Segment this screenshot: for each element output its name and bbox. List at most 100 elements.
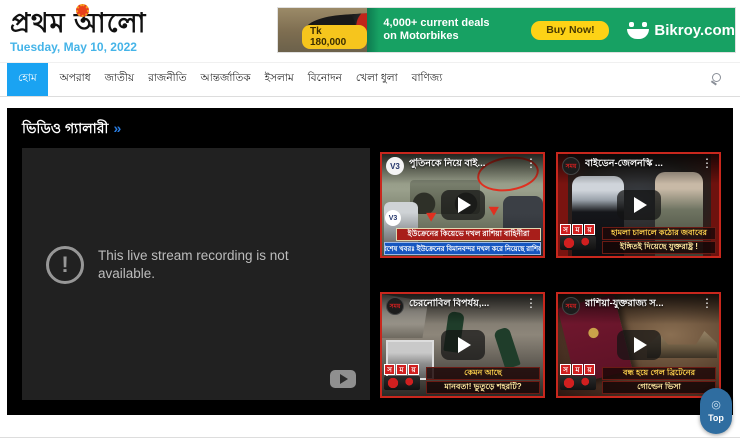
video-caption-1: হামলা চালালে কঠোর জবাবের [602, 227, 716, 240]
ad-motorbike-photo: Tk 180,000 [278, 8, 367, 52]
somoy-letter: স [384, 364, 395, 375]
video-caption-2: গোল্ডেন ভিসা [602, 381, 716, 394]
somoy-tv-logo: স ম য় [560, 224, 600, 254]
chevron-right-icon: » [113, 120, 121, 136]
video-thumbnail-2[interactable]: সময় বাইডেন-জেলনস্কি ... ⋮ স ম য় হামলা … [556, 152, 721, 258]
video-title[interactable]: বাইডেন-জেলনস্কি ... [585, 158, 696, 169]
play-triangle-icon [458, 337, 471, 353]
somoy-letter: য় [584, 364, 595, 375]
nav-item-islam[interactable]: ইসলাম [265, 71, 294, 88]
video-thumbnail-4[interactable]: সময় রাশিয়া-যুক্তরাজ্য স... ⋮ স ম য় বন… [556, 292, 721, 398]
kebab-menu-icon[interactable]: ⋮ [699, 297, 715, 309]
video-title[interactable]: রাশিয়া-যুক্তরাজ্য স... [585, 298, 696, 309]
scene-painted-figure [493, 327, 521, 370]
video-caption-1: কেমন আছে [426, 367, 540, 380]
video-caption-2: ইঙ্গিতই দিয়েছে যুক্তরাষ্ট্র ! [602, 241, 716, 254]
thumbnail-header: সময় চেরনোবিল বিপর্যয়,... ⋮ [382, 294, 543, 324]
play-triangle-icon [634, 337, 647, 353]
nav-items: হোম অপরাধ জাতীয় রাজনীতি আন্তর্জাতিক ইসল… [7, 63, 449, 96]
somoy-letter-row: স ম য় [560, 224, 600, 235]
main-nav: হোম অপরাধ জাতীয় রাজনীতি আন্তর্জাতিক ইসল… [0, 62, 740, 97]
thumbnail-header: V3 পুতিনকে নিয়ে বাই... ⋮ [382, 154, 543, 184]
bikroy-smiley-icon [627, 22, 649, 39]
somoy-letter: ম [572, 224, 583, 235]
nav-item-home[interactable]: হোম [7, 63, 48, 96]
search-icon[interactable] [710, 72, 726, 88]
youtube-play-triangle [340, 374, 348, 384]
somoy-map-graphic [560, 236, 596, 250]
play-triangle-icon [634, 197, 647, 213]
ad-banner[interactable]: Tk 180,000 4,000+ current deals on Motor… [278, 8, 735, 52]
play-button[interactable] [617, 330, 661, 360]
video-thumbnail-3[interactable]: সময় চেরনোবিল বিপর্যয়,... ⋮ স ম য় কেমন… [380, 292, 545, 398]
video-gallery-title[interactable]: ভিডিও গ্যালারী » [22, 117, 121, 141]
channel-avatar[interactable]: সময় [386, 297, 404, 315]
channel-avatar[interactable]: সময় [562, 297, 580, 315]
thumbnail-header: সময় রাশিয়া-যুক্তরাজ্য স... ⋮ [558, 294, 719, 324]
nav-item-business[interactable]: বাণিজ্য [412, 71, 443, 88]
play-button[interactable] [441, 190, 485, 220]
somoy-tv-logo: স ম য় [384, 364, 424, 394]
nav-item-politics[interactable]: রাজনীতি [148, 71, 186, 88]
smiley-eye-icon [642, 22, 647, 27]
video-thumbnail-1[interactable]: V3 V3 পুতিনকে নিয়ে বাই... ⋮ ইউক্রেনের ক… [380, 152, 545, 258]
sun-icon [76, 4, 89, 17]
somoy-letter: ম [572, 364, 583, 375]
somoy-letter: স [560, 224, 571, 235]
nav-item-international[interactable]: আন্তর্জাতিক [200, 71, 250, 88]
smiley-mouth-icon [627, 29, 649, 39]
video-caption-1: বন্ধ হয়ে গেল ব্রিটেনের [602, 367, 716, 380]
top-circle-icon: ◎ [711, 399, 721, 411]
player-message-text: This live stream recording is not availa… [98, 247, 318, 283]
nav-item-sports[interactable]: খেলা ধুলা [356, 71, 398, 88]
channel-avatar[interactable]: সময় [562, 157, 580, 175]
somoy-letter: য় [584, 224, 595, 235]
somoy-letter: স [560, 364, 571, 375]
site-header: প্রথম আলো Tuesday, May 10, 2022 Tk 180,0… [0, 0, 740, 62]
play-button[interactable] [441, 330, 485, 360]
play-button[interactable] [617, 190, 661, 220]
player-unavailable-message: ! This live stream recording is not avai… [46, 246, 318, 284]
ad-price-tag: Tk 180,000 [302, 25, 367, 49]
somoy-letter: য় [408, 364, 419, 375]
ad-headline-line1: 4,000+ current deals [383, 17, 531, 30]
bikroy-brand[interactable]: Bikroy.com [627, 22, 735, 39]
buy-now-button[interactable]: Buy Now! [531, 21, 609, 40]
somoy-map-graphic [384, 376, 420, 390]
somoy-letter-row: স ম য় [560, 364, 600, 375]
exclamation-icon: ! [46, 246, 84, 284]
video-caption-1: ইউক্রেনের কিয়েভে দখল রাশিয়া বাহিনীরা [396, 228, 541, 241]
somoy-tv-logo: স ম য় [560, 364, 600, 394]
ad-content: 4,000+ current deals on Motorbikes Buy N… [367, 8, 735, 52]
site-logo[interactable]: প্রথম আলো Tuesday, May 10, 2022 [10, 8, 146, 54]
channel-corner-badge: V3 [385, 210, 401, 226]
kebab-menu-icon[interactable]: ⋮ [523, 297, 539, 309]
annotation-arrow-icon [486, 202, 499, 215]
bikroy-brand-text: Bikroy.com [654, 22, 735, 39]
video-title[interactable]: পুতিনকে নিয়ে বাই... [409, 158, 520, 169]
nav-item-entertainment[interactable]: বিনোদন [308, 71, 342, 88]
thumbnail-header: সময় বাইডেন-জেলনস্কি ... ⋮ [558, 154, 719, 184]
play-triangle-icon [458, 197, 471, 213]
back-to-top-button[interactable]: ◎ Top [700, 388, 732, 434]
bottom-divider [0, 437, 740, 438]
channel-avatar[interactable]: V3 [386, 157, 404, 175]
nav-item-crime[interactable]: অপরাধ [60, 71, 91, 88]
video-caption-2: মানবতা! ভুতুড়ে শহরটি? [426, 381, 540, 394]
somoy-letter-row: স ম য় [384, 364, 424, 375]
page: প্রথম আলো Tuesday, May 10, 2022 Tk 180,0… [0, 0, 740, 440]
ad-headline: 4,000+ current deals on Motorbikes [383, 17, 531, 43]
nav-item-national[interactable]: জাতীয় [105, 71, 135, 88]
top-button-label: Top [708, 413, 724, 423]
current-date: Tuesday, May 10, 2022 [10, 40, 146, 54]
video-gallery-section: ভিডিও গ্যালারী » ! This live stream recor… [7, 108, 733, 415]
kebab-menu-icon[interactable]: ⋮ [699, 157, 715, 169]
video-caption-2: বিশেষ খবরঃ ইউক্রেনের বিমানবন্দর দখল করে … [384, 242, 541, 255]
youtube-logo-icon[interactable] [330, 370, 356, 388]
main-video-player: ! This live stream recording is not avai… [22, 148, 370, 400]
somoy-letter: ম [396, 364, 407, 375]
video-title[interactable]: চেরনোবিল বিপর্যয়,... [409, 298, 520, 309]
video-gallery-title-text: ভিডিও গ্যালারী [22, 120, 108, 136]
kebab-menu-icon[interactable]: ⋮ [523, 157, 539, 169]
smiley-eye-icon [629, 22, 634, 27]
